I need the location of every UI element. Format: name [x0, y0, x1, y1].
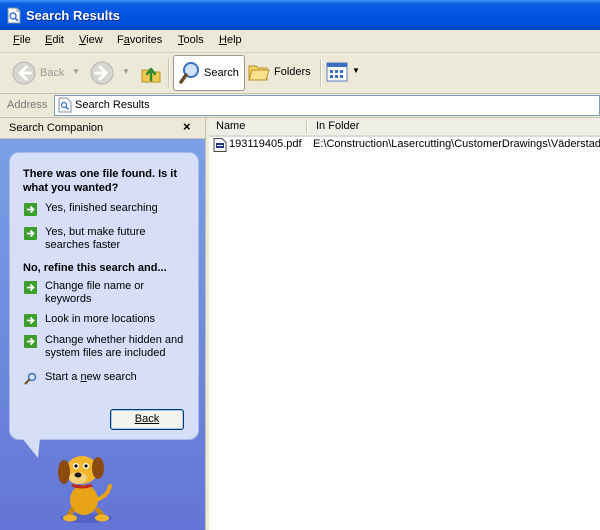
- views-dropdown-icon: ▼: [352, 66, 360, 75]
- menu-file[interactable]: File: [13, 34, 31, 46]
- balloon-tail: [22, 438, 40, 458]
- search-toggle-button[interactable]: Search: [173, 55, 245, 91]
- companion-header: Search Companion ×: [0, 118, 205, 139]
- folders-icon: [248, 65, 270, 81]
- green-arrow-icon: [24, 335, 37, 348]
- search-companion-pane: Search Companion × There was one file fo…: [0, 118, 205, 530]
- search-results-page-icon: [58, 97, 72, 113]
- green-arrow-icon: [24, 314, 37, 327]
- menu-tools[interactable]: Tools: [178, 34, 204, 46]
- table-row[interactable]: 193119405.pdf E:\Construction\Lasercutti…: [209, 138, 600, 152]
- address-label: Address: [7, 99, 48, 111]
- address-field[interactable]: Search Results: [54, 95, 600, 116]
- forward-arrow-icon: [90, 61, 114, 85]
- up-folder-icon[interactable]: [140, 62, 162, 84]
- address-value: Search Results: [75, 99, 150, 111]
- result-question: There was one file found. Is it what you…: [23, 168, 178, 194]
- magnifier-icon: [24, 372, 37, 385]
- green-arrow-icon: [24, 281, 37, 294]
- menu-view[interactable]: View: [79, 34, 103, 46]
- pdf-file-icon: [213, 138, 227, 152]
- search-window-icon: [7, 7, 21, 24]
- views-grid-icon: [326, 62, 348, 82]
- folders-toggle-button[interactable]: Folders: [247, 59, 313, 87]
- forward-dropdown-icon[interactable]: ▼: [122, 67, 130, 76]
- option-label: Look in more locations: [45, 313, 156, 325]
- refine-heading: No, refine this search and...: [23, 262, 167, 274]
- rover-dog-icon[interactable]: [50, 448, 122, 524]
- back-dropdown-icon[interactable]: ▼: [72, 67, 80, 76]
- back-arrow-icon: [12, 61, 36, 85]
- green-arrow-icon: [24, 227, 37, 240]
- back-button-label: Back: [134, 413, 160, 425]
- address-bar: Address Search Results: [0, 94, 600, 118]
- option-label: Change file name or keywords: [45, 280, 145, 305]
- menu-edit[interactable]: Edit: [45, 34, 64, 46]
- column-in-folder[interactable]: In Folder: [316, 120, 359, 132]
- file-folder: E:\Construction\Lasercutting\CustomerDra…: [313, 138, 600, 150]
- column-name[interactable]: Name: [216, 120, 245, 132]
- folders-label: Folders: [274, 66, 311, 78]
- companion-title: Search Companion: [9, 122, 104, 134]
- close-icon[interactable]: ×: [183, 119, 191, 134]
- views-button[interactable]: ▼: [326, 61, 362, 85]
- title-bar[interactable]: Search Results: [0, 0, 600, 30]
- search-magnifier-icon: [179, 62, 199, 84]
- option-label: Yes, but make future searches faster: [45, 226, 146, 251]
- option-label: Change whether hidden and system files a…: [45, 334, 184, 359]
- green-arrow-icon: [24, 203, 37, 216]
- toolbar: Back ▼ ▼ Search Folders ▼: [0, 53, 600, 94]
- back-nav-label: Back: [40, 67, 65, 79]
- menu-bar: File Edit View Favorites Tools Help: [0, 30, 600, 53]
- column-header: Name In Folder: [209, 118, 600, 137]
- back-button[interactable]: Back: [110, 409, 184, 430]
- back-nav-button[interactable]: Back ▼: [10, 59, 84, 87]
- file-name: 193119405.pdf: [229, 138, 302, 150]
- results-list: Name In Folder 193119405.pdf E:\Construc…: [209, 118, 600, 530]
- forward-nav-button[interactable]: ▼: [90, 59, 132, 87]
- option-label: Start a new search: [45, 371, 137, 383]
- search-toggle-label: Search: [204, 67, 239, 79]
- menu-help[interactable]: Help: [219, 34, 242, 46]
- option-label: Yes, finished searching: [45, 202, 158, 214]
- menu-favorites[interactable]: Favorites: [117, 34, 162, 46]
- companion-balloon: There was one file found. Is it what you…: [9, 152, 199, 440]
- window-title: Search Results: [26, 8, 120, 23]
